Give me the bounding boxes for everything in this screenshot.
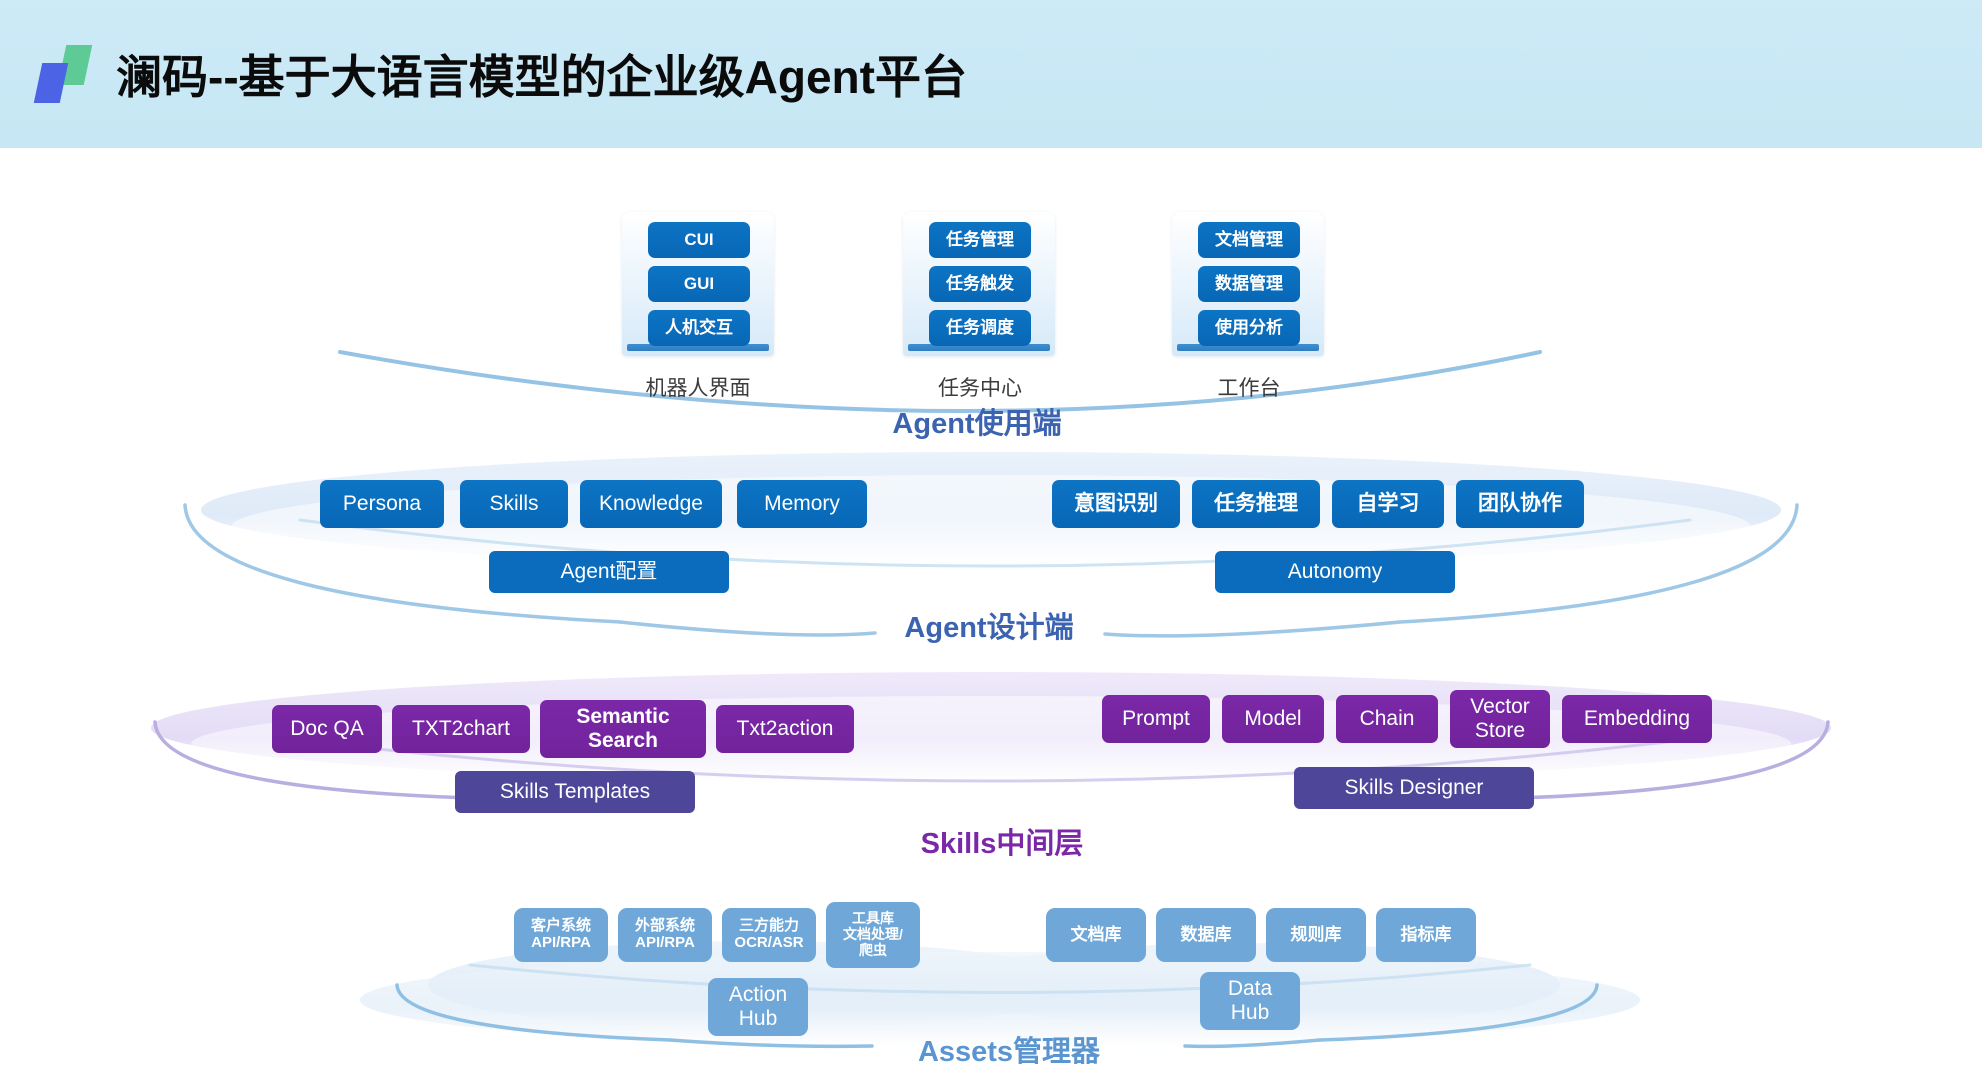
tier-heading-agent-design: Agent设计端 bbox=[904, 612, 1074, 644]
slide-canvas: 澜码--基于大语言模型的企业级Agent平台 CUI GUI 人机交互 机器人界… bbox=[0, 0, 1982, 1082]
band-agent-config[interactable]: Agent配置 bbox=[489, 551, 729, 593]
box-task-reasoning[interactable]: 任务推理 bbox=[1192, 480, 1320, 528]
box-rule-repository[interactable]: 规则库 bbox=[1266, 908, 1366, 962]
box-self-learning[interactable]: 自学习 bbox=[1332, 480, 1444, 528]
band-skills-designer[interactable]: Skills Designer bbox=[1294, 767, 1534, 809]
box-txt2action[interactable]: Txt2action bbox=[716, 705, 854, 753]
box-gui[interactable]: GUI bbox=[648, 266, 750, 302]
lanma-logo bbox=[33, 45, 93, 103]
platform-decorations bbox=[151, 350, 1831, 1049]
band-autonomy[interactable]: Autonomy bbox=[1215, 551, 1455, 593]
box-document-repository[interactable]: 文档库 bbox=[1046, 908, 1146, 962]
box-prompt[interactable]: Prompt bbox=[1102, 695, 1210, 743]
box-model[interactable]: Model bbox=[1222, 695, 1324, 743]
box-persona[interactable]: Persona bbox=[320, 480, 444, 528]
box-skills[interactable]: Skills bbox=[460, 480, 568, 528]
slide-header: 澜码--基于大语言模型的企业级Agent平台 bbox=[0, 0, 1982, 148]
box-customer-system[interactable]: 客户系统 API/RPA bbox=[514, 908, 608, 962]
band-data-hub[interactable]: Data Hub bbox=[1200, 972, 1300, 1030]
tier-heading-skills-middle: Skills中间层 bbox=[920, 828, 1084, 860]
band-skills-templates[interactable]: Skills Templates bbox=[455, 771, 695, 813]
box-third-party-capability[interactable]: 三方能力 OCR/ASR bbox=[722, 908, 816, 962]
box-tool-library[interactable]: 工具库 文档处理/ 爬虫 bbox=[826, 902, 920, 968]
stack-label-robot-interface: 机器人界面 bbox=[645, 377, 751, 400]
tier-heading-assets-manager: Assets管理器 bbox=[917, 1036, 1101, 1068]
box-external-system[interactable]: 外部系统 API/RPA bbox=[618, 908, 712, 962]
box-usage-analysis[interactable]: 使用分析 bbox=[1198, 310, 1300, 346]
box-data-management[interactable]: 数据管理 bbox=[1198, 266, 1300, 302]
box-semantic-search[interactable]: Semantic Search bbox=[540, 700, 706, 758]
page-title: 澜码--基于大语言模型的企业级Agent平台 bbox=[116, 51, 967, 103]
box-task-scheduling[interactable]: 任务调度 bbox=[929, 310, 1031, 346]
box-knowledge[interactable]: Knowledge bbox=[580, 480, 722, 528]
box-memory[interactable]: Memory bbox=[737, 480, 867, 528]
box-task-trigger[interactable]: 任务触发 bbox=[929, 266, 1031, 302]
box-txt2chart[interactable]: TXT2chart bbox=[392, 705, 530, 753]
box-metric-repository[interactable]: 指标库 bbox=[1376, 908, 1476, 962]
logo-blue-shape bbox=[33, 63, 69, 103]
box-vector-store[interactable]: Vector Store bbox=[1450, 690, 1550, 748]
box-doc-qa[interactable]: Doc QA bbox=[272, 705, 382, 753]
box-task-management[interactable]: 任务管理 bbox=[929, 222, 1031, 258]
box-document-management[interactable]: 文档管理 bbox=[1198, 222, 1300, 258]
box-chain[interactable]: Chain bbox=[1336, 695, 1438, 743]
band-action-hub[interactable]: Action Hub bbox=[708, 978, 808, 1036]
stack-label-workbench: 工作台 bbox=[1217, 377, 1281, 400]
box-embedding[interactable]: Embedding bbox=[1562, 695, 1712, 743]
box-database[interactable]: 数据库 bbox=[1156, 908, 1256, 962]
stack-label-task-center: 任务中心 bbox=[938, 377, 1022, 400]
box-team-collaboration[interactable]: 团队协作 bbox=[1456, 480, 1584, 528]
tier-heading-agent-usage: Agent使用端 bbox=[892, 408, 1062, 440]
box-intent-recognition[interactable]: 意图识别 bbox=[1052, 480, 1180, 528]
box-human-machine-interaction[interactable]: 人机交互 bbox=[648, 310, 750, 346]
box-cui[interactable]: CUI bbox=[648, 222, 750, 258]
